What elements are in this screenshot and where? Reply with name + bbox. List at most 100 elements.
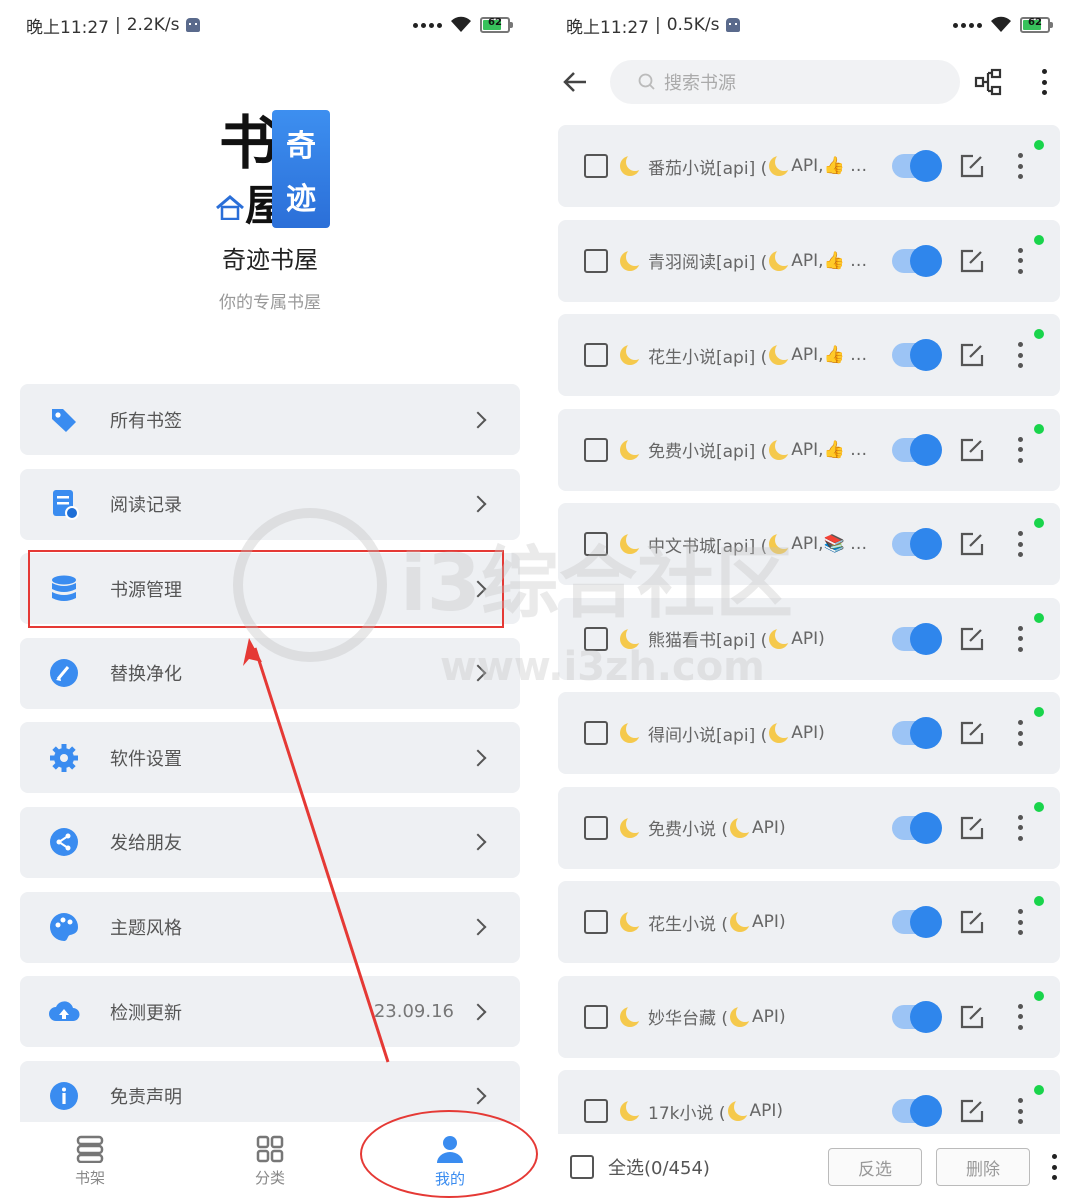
menu-item-theme[interactable]: 主题风格 <box>20 891 520 963</box>
tag-icon <box>48 404 80 436</box>
edit-icon[interactable] <box>958 719 986 747</box>
search-placeholder: 搜索书源 <box>664 73 736 94</box>
enable-toggle[interactable] <box>892 1000 942 1033</box>
edit-icon[interactable] <box>958 436 986 464</box>
enable-toggle[interactable] <box>892 528 942 560</box>
online-dot <box>1034 234 1044 245</box>
enable-toggle[interactable] <box>892 433 942 466</box>
list-item[interactable]: 青羽阅读[api] (API,👍 … <box>558 219 1060 302</box>
menu-item-bookmarks[interactable]: 所有书签 <box>20 384 520 455</box>
list-item[interactable]: 免费小说[api] (API,👍 … <box>558 408 1060 491</box>
more-vert-icon[interactable] <box>1016 1098 1024 1124</box>
more-vert-icon[interactable] <box>1050 1154 1058 1180</box>
delete-button[interactable]: 删除 <box>936 1148 1030 1186</box>
moon-icon <box>620 436 644 460</box>
battery-icon: 62 <box>480 17 513 33</box>
search-icon <box>638 73 655 90</box>
select-all-checkbox[interactable] <box>570 1155 594 1179</box>
checkbox[interactable] <box>584 154 608 178</box>
sitemap-icon <box>974 68 1002 96</box>
app-name: 奇迹书屋 <box>222 246 318 274</box>
edit-icon[interactable] <box>958 341 986 369</box>
list-item[interactable]: 花生小说 (API) <box>558 881 1060 963</box>
enable-toggle[interactable] <box>892 811 942 844</box>
search-input[interactable]: 搜索书源 <box>610 60 960 104</box>
edit-icon[interactable] <box>958 247 986 275</box>
more-vert-icon[interactable] <box>1016 720 1024 746</box>
menu-item-history[interactable]: 阅读记录 <box>20 468 520 540</box>
enable-toggle[interactable] <box>892 339 942 371</box>
source-manager-screen: 晚上11:27 | 0.5K/s 62 搜索书源 番茄小说[api] (API… <box>540 0 1080 1200</box>
list-item[interactable]: 免费小说 (API) <box>558 786 1060 869</box>
menu-item-share[interactable]: 发给朋友 <box>20 806 520 878</box>
enable-toggle[interactable] <box>892 717 942 749</box>
checkbox[interactable] <box>584 1004 608 1029</box>
chevron-right-icon <box>469 1003 487 1021</box>
more-vert-icon[interactable] <box>1016 342 1024 368</box>
invert-selection-button[interactable]: 反选 <box>828 1148 922 1186</box>
cloud-upload-icon <box>48 996 80 1028</box>
more-vert-icon[interactable] <box>1016 814 1024 841</box>
edit-icon[interactable] <box>958 814 986 842</box>
more-vert-icon[interactable] <box>1016 247 1024 274</box>
more-vert-icon[interactable] <box>1016 1003 1024 1030</box>
menu-item-source-manager[interactable]: 书源管理 <box>20 550 520 629</box>
more-vert-icon[interactable] <box>1016 531 1024 557</box>
back-button[interactable] <box>540 56 610 108</box>
bot-icon <box>725 18 740 32</box>
list-item[interactable]: 花生小说[api] (API,👍 … <box>558 314 1060 396</box>
nav-bookshelf[interactable]: 书架 <box>0 1122 180 1200</box>
checkbox[interactable] <box>584 721 608 745</box>
menu-item-settings[interactable]: 软件设置 <box>20 722 520 794</box>
wifi-icon <box>451 16 471 32</box>
list-item[interactable]: 中文书城[api] (API,📚 … <box>558 503 1060 585</box>
more-vert-icon[interactable] <box>1016 436 1024 463</box>
profile-menu: 所有书签 阅读记录 书源管理 替换净化 软件设置 发给朋友 主题风格 检测更新 … <box>20 384 520 1145</box>
enable-toggle[interactable] <box>892 244 942 277</box>
status-speed: 0.5K/s <box>666 15 720 35</box>
edit-icon[interactable] <box>958 1003 986 1031</box>
more-vert-icon[interactable] <box>1016 909 1024 935</box>
edit-icon[interactable] <box>958 152 986 180</box>
moon-icon <box>620 342 644 365</box>
checkbox[interactable] <box>584 343 608 367</box>
select-all-label[interactable]: 全选(0/454) <box>608 1154 828 1180</box>
menu-item-update[interactable]: 检测更新 23.09.16 <box>20 976 520 1048</box>
enable-toggle[interactable] <box>892 150 942 182</box>
list-item[interactable]: 得间小说[api] (API) <box>558 692 1060 774</box>
edit-icon[interactable] <box>958 530 986 558</box>
checkbox[interactable] <box>584 248 608 273</box>
enable-toggle[interactable] <box>892 906 942 938</box>
checkbox[interactable] <box>584 437 608 462</box>
enable-toggle[interactable] <box>892 1095 942 1127</box>
group-button[interactable] <box>960 56 1016 108</box>
moon-icon <box>620 247 644 271</box>
chevron-right-icon <box>469 1087 487 1105</box>
profile-screen: 晚上11:27 | 2.2K/s 62 书 屋 奇 迹 奇迹书屋 你的专属书屋 … <box>0 0 540 1200</box>
edit-icon[interactable] <box>958 625 986 653</box>
list-item[interactable]: 番茄小说[api] (API,👍 … <box>558 125 1060 207</box>
more-vert-icon <box>1040 69 1048 95</box>
nav-category[interactable]: 分类 <box>180 1122 360 1200</box>
house-icon <box>216 195 244 220</box>
checkbox[interactable] <box>584 626 608 651</box>
top-bar: 搜索书源 <box>540 56 1080 108</box>
more-vert-icon[interactable] <box>1016 153 1024 179</box>
checkbox[interactable] <box>584 815 608 840</box>
bottom-action-bar: 全选(0/454) 反选 删除 <box>540 1134 1080 1200</box>
moon-icon <box>620 153 644 176</box>
more-vert-icon[interactable] <box>1016 625 1024 652</box>
edit-icon[interactable] <box>958 1097 986 1125</box>
more-menu-button[interactable] <box>1016 56 1072 108</box>
moon-icon <box>769 720 794 743</box>
edit-icon[interactable] <box>958 908 986 936</box>
menu-item-replace[interactable]: 替换净化 <box>20 637 520 709</box>
online-dot <box>1034 707 1044 717</box>
list-item[interactable]: 妙华台藏 (API) <box>558 975 1060 1058</box>
checkbox[interactable] <box>584 1099 608 1123</box>
checkbox[interactable] <box>584 532 608 556</box>
checkbox[interactable] <box>584 910 608 934</box>
enable-toggle[interactable] <box>892 622 942 655</box>
signal-icon <box>413 22 442 28</box>
list-item[interactable]: 熊猫看书[api] (API) <box>558 597 1060 680</box>
